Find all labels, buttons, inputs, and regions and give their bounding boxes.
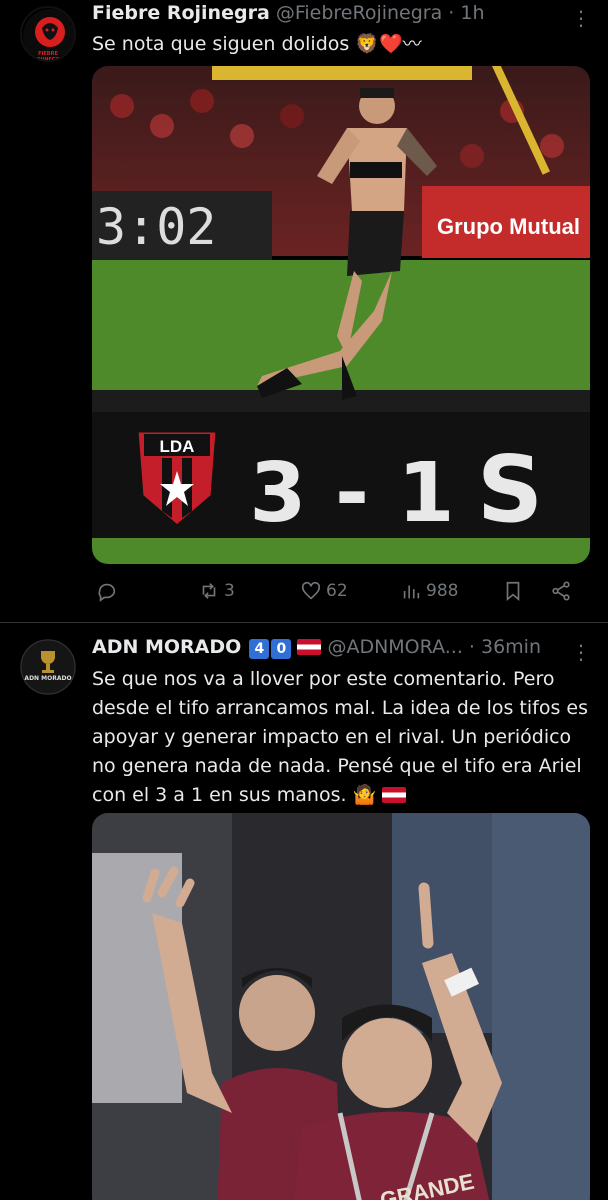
tweet-text: Se que nos va a llover por este comentar… <box>92 668 588 806</box>
badge-0: 0 <box>271 639 292 659</box>
tweet-header: ADN MORADO 40 @ADNMORA... · 36min <box>92 636 560 659</box>
sponsor-banner: Grupo Mutual <box>437 214 580 239</box>
share-button[interactable] <box>550 580 572 602</box>
more-options-icon[interactable]: ⋮ <box>571 6 591 30</box>
tweet-time[interactable]: · 36min <box>469 636 541 658</box>
bookmark-button[interactable] <box>502 580 524 602</box>
bookmark-icon <box>506 581 520 602</box>
tweet-time[interactable]: · 1h <box>448 2 484 24</box>
avatar-adn-morado[interactable]: ADN MORADO <box>20 639 76 695</box>
reply-button[interactable] <box>96 580 122 602</box>
author-handle[interactable]: @ADNMORA... <box>327 636 462 658</box>
scoreboard-clock: 3:02 <box>96 198 216 256</box>
trophy-logo-icon <box>20 639 76 695</box>
reply-icon <box>98 583 116 602</box>
match-score: 3 - 1 <box>249 446 454 541</box>
celebrating-players-photo: GRANDE <box>92 813 590 1200</box>
avatar-caption: FIEBRE ROJINEGRA <box>32 51 64 62</box>
opponent-initial: S <box>477 436 543 543</box>
views-button[interactable]: 988 <box>400 580 458 602</box>
tweet-photo[interactable]: 3:02 Grupo Mutual LDA 3 - 1 S <box>92 66 590 564</box>
tweet-text: Se nota que siguen dolidos 🦁❤️〰 <box>92 33 422 55</box>
views-chart-icon <box>403 585 420 599</box>
tweet-photo[interactable]: GRANDE <box>92 813 590 1200</box>
retweet-icon <box>202 583 216 599</box>
more-options-icon[interactable]: ⋮ <box>571 640 591 664</box>
costa-rica-flag-icon <box>297 639 322 655</box>
author-name[interactable]: ADN MORADO <box>92 636 241 658</box>
avatar-caption: ADN MORADO <box>24 675 72 682</box>
author-name[interactable]: Fiebre Rojinegra <box>92 2 270 24</box>
costa-rica-flag-icon <box>382 787 407 803</box>
tweet-1[interactable]: FIEBRE ROJINEGRA Fiebre Rojinegra @Fiebr… <box>0 0 608 622</box>
like-button[interactable]: 62 <box>300 580 348 602</box>
tweet-header: Fiebre Rojinegra @FiebreRojinegra · 1h <box>92 2 560 24</box>
author-handle[interactable]: @FiebreRojinegra <box>276 2 442 24</box>
avatar-fiebre-rojinegra[interactable]: FIEBRE ROJINEGRA <box>20 6 76 62</box>
retweet-button[interactable]: 3 <box>198 580 235 602</box>
share-icon <box>552 581 570 601</box>
soccer-player-photo: 3:02 Grupo Mutual LDA 3 - 1 S <box>92 66 590 564</box>
tweet-2[interactable]: ADN MORADO ADN MORADO 40 @ADNMORA... · 3… <box>0 623 608 1200</box>
heart-icon <box>301 581 321 600</box>
svg-text:LDA: LDA <box>160 437 195 456</box>
badge-4: 4 <box>249 639 270 659</box>
tweet-actions: 3 62 988 <box>92 580 590 610</box>
